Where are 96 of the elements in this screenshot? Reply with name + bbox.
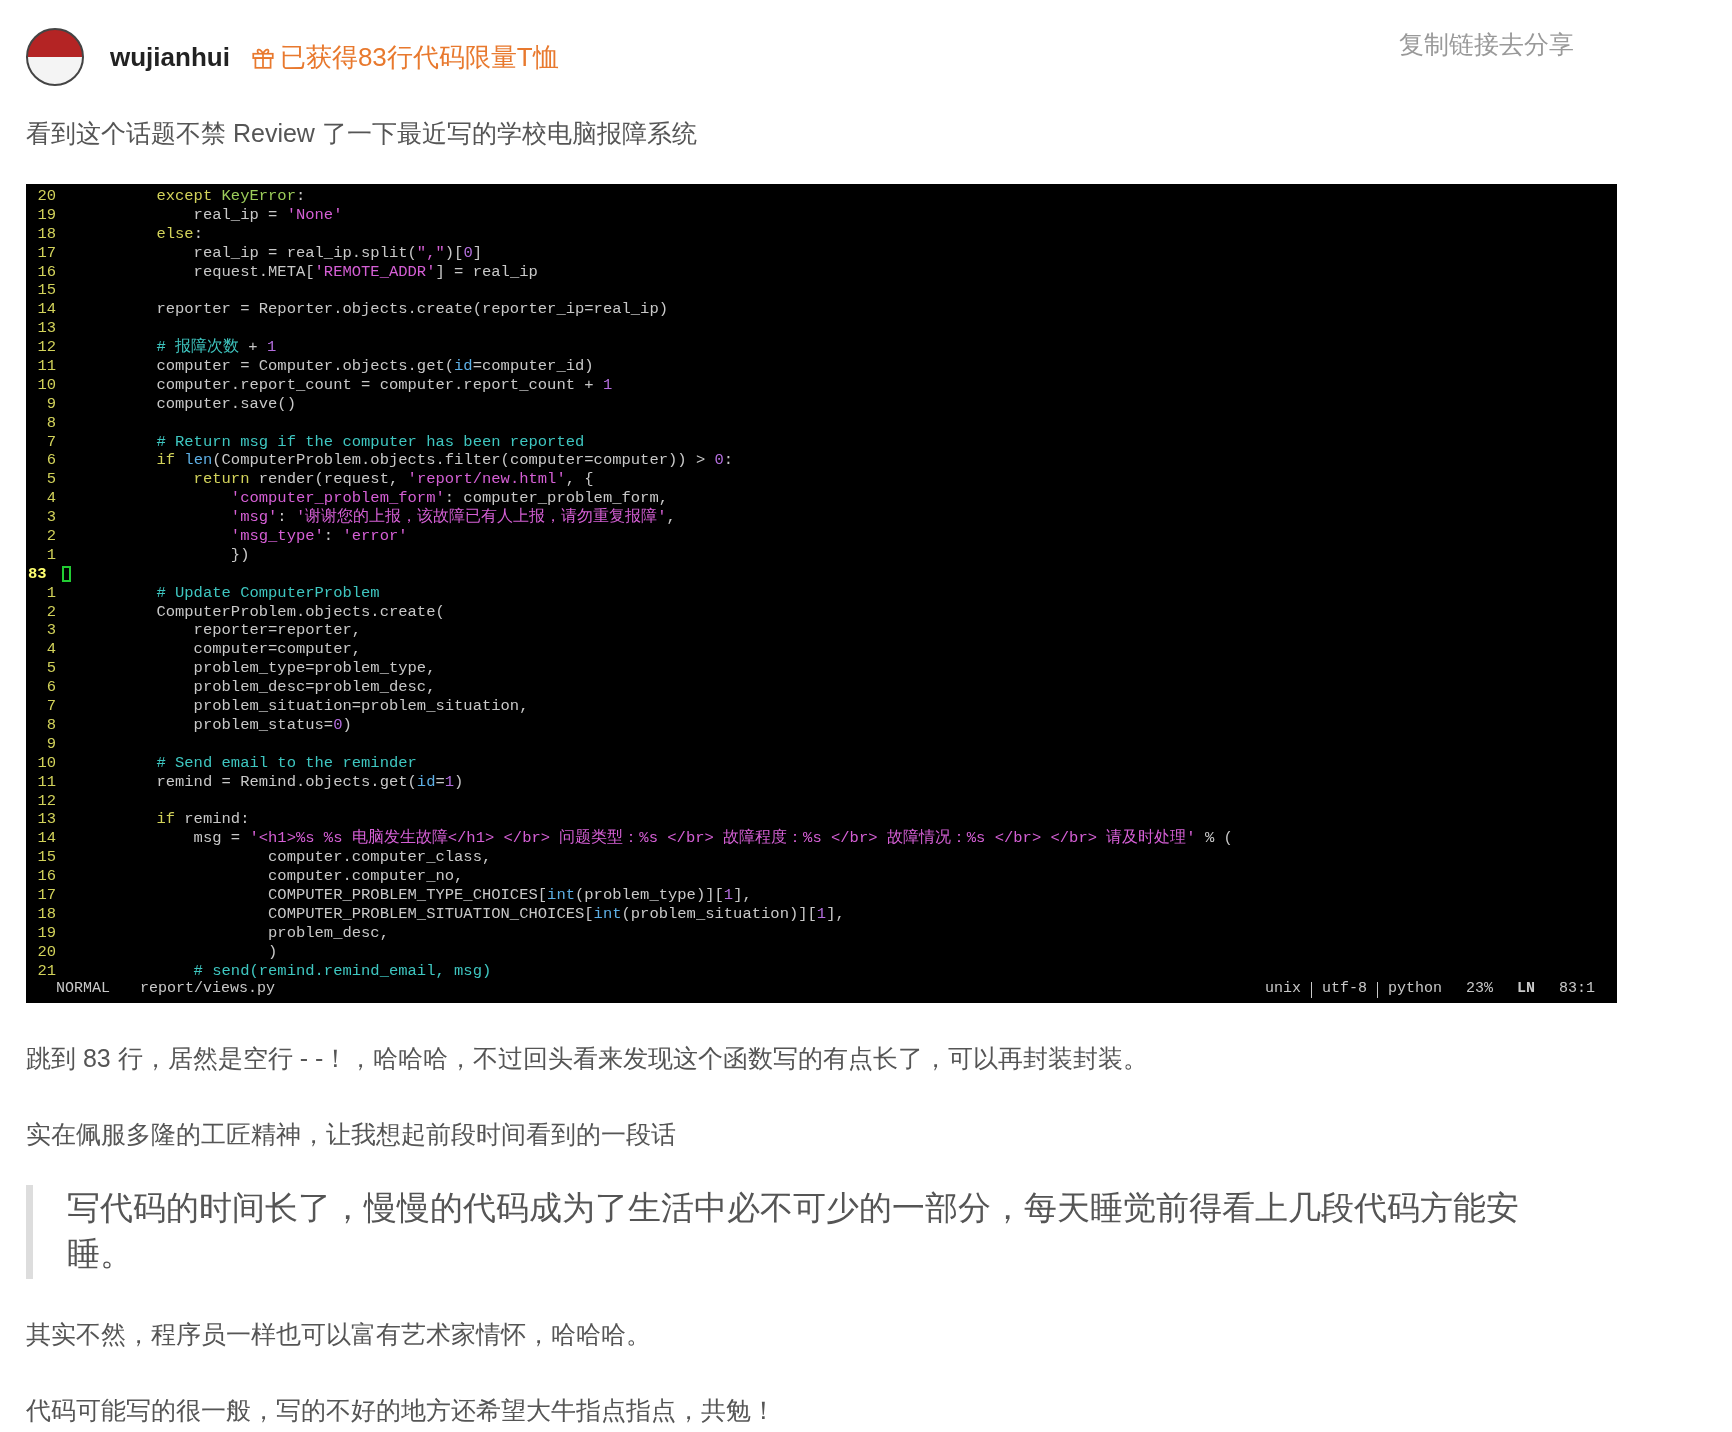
code-line: ComputerProblem.objects.create(: [155, 602, 445, 622]
username[interactable]: wujianhui: [110, 41, 230, 73]
line-number: 12: [36, 791, 56, 811]
code-line: computer = Computer.objects.get(id=computer_id): [155, 357, 594, 376]
code-line: computer.computer_class,: [267, 848, 492, 868]
paragraph: 实在佩服多隆的工匠精神，让我想起前段时间看到的一段话: [26, 1119, 677, 1151]
line-number: 15: [36, 281, 56, 301]
line-number: 8: [45, 715, 56, 735]
line-number: 8: [45, 413, 56, 433]
line-number: 12: [36, 338, 56, 357]
line-number: 6: [45, 678, 56, 698]
code-line: computer=computer,: [192, 640, 362, 660]
line-number: 2: [45, 527, 56, 546]
line-number: 10: [36, 753, 56, 773]
cursor-position: 83:1: [1559, 980, 1595, 1000]
code-line: 'computer_problem_form': computer_problem_form,: [229, 489, 668, 508]
code-line: real_ip = real_ip.split(",")[0]: [192, 243, 482, 263]
line-number: 7: [45, 432, 56, 452]
line-number: 5: [45, 659, 56, 679]
code-line: remind = Remind.objects.get(id=1): [155, 772, 464, 792]
code-line: computer.computer_no,: [267, 867, 464, 886]
badge-label: 已获得83行代码限量T恤: [279, 40, 559, 74]
line-number: 18: [36, 904, 56, 924]
cursor: [62, 565, 71, 582]
line-number: 21: [36, 961, 56, 981]
line-number: 14: [36, 300, 56, 320]
line-number: 19: [36, 205, 56, 225]
line-number: 1: [45, 583, 56, 603]
avatar[interactable]: [26, 28, 84, 86]
line-number: 17: [36, 885, 56, 905]
line-number: 1: [45, 545, 56, 565]
line-number: 4: [45, 640, 56, 660]
code-line: 'msg_type': 'error': [229, 527, 408, 546]
file-format: unix: [1264, 980, 1301, 1000]
file-type: python: [1387, 980, 1442, 1000]
file-path: report/views.py: [140, 980, 276, 1000]
code-line: # send(remind.remind_email, msg): [192, 961, 492, 981]
code-line: problem_desc=problem_desc,: [192, 678, 436, 698]
code-line: problem_status=0): [192, 715, 352, 735]
line-number: 19: [36, 923, 56, 943]
line-number: 9: [45, 734, 56, 754]
code-line: # Return msg if the computer has been reported: [155, 432, 585, 452]
code-line: problem_type=problem_type,: [192, 659, 436, 679]
line-number: 20: [36, 942, 56, 962]
code-line: problem_desc,: [267, 923, 389, 943]
quote-text: 写代码的时间长了，慢慢的代码成为了生活中必不可少的一部分，每天睡觉前得看上几段代码方能安睡。: [67, 1189, 1519, 1273]
paragraph: 看到这个话题不禁 Review 了一下最近写的学校电脑报障系统: [26, 118, 698, 149]
code-line: reporter=reporter,: [192, 621, 362, 641]
line-number: 4: [45, 489, 56, 509]
code-line: # Update ComputerProblem: [155, 583, 380, 603]
code-line: else:: [155, 224, 203, 244]
code-line: if len(ComputerProblem.objects.filter(computer=computer)) > 0:: [155, 451, 734, 471]
line-number: 15: [36, 848, 56, 868]
code-line: 'msg': '谢谢您的上报，该故障已有人上报，请勿重复报障',: [229, 508, 676, 528]
code-line: reporter = Reporter.objects.create(reporter_ip=real_ip): [155, 300, 668, 320]
code-line: # Send email to the reminder: [155, 753, 417, 773]
paragraph: 代码可能写的很一般，写的不好的地方还希望大牛指点指点，共勉！: [26, 1395, 777, 1427]
code-line: COMPUTER_PROBLEM_SITUATION_CHOICES[int(problem_situation)][1],: [267, 904, 845, 924]
code-line: except KeyError:: [155, 187, 306, 206]
mode-indicator: NORMAL: [56, 980, 110, 1000]
code-line: msg = '<h1>%s %s 电脑发生故障</h1> </br> 问题类型：%s </br> 故障程度：%s </br> 故障情况：%s </br> </br> 请及时处理' % (: [192, 829, 1233, 849]
line-number: 20: [36, 187, 56, 206]
line-number: 3: [45, 621, 56, 641]
line-number: 18: [36, 224, 56, 244]
paragraph: 跳到 83 行，居然是空行 - -！，哈哈哈，不过回头看来发现这个函数写的有点长了，可以再封装封装。: [26, 1043, 1150, 1075]
line-number: 3: [45, 508, 56, 528]
line-number: 83: [27, 564, 48, 584]
line-number: 10: [36, 375, 56, 395]
code-line: real_ip = 'None': [192, 205, 343, 225]
code-line: ): [267, 942, 278, 962]
line-number: 2: [45, 602, 56, 622]
code-line: request.META['REMOTE_ADDR'] = real_ip: [192, 262, 538, 282]
code-line: computer.report_count = computer.report_count + 1: [155, 375, 613, 395]
line-number: 9: [45, 394, 56, 414]
code-line: # 报障次数 + 1: [155, 338, 277, 357]
line-number: 14: [36, 829, 56, 849]
line-number: 5: [45, 470, 56, 490]
code-line: if remind:: [155, 810, 250, 830]
code-line: problem_situation=problem_situation,: [192, 697, 529, 716]
position-label: LN: [1516, 980, 1535, 1000]
scroll-percent: 23%: [1465, 980, 1493, 1000]
line-number: 11: [36, 772, 56, 792]
line-number: 6: [45, 451, 56, 471]
line-number: 16: [36, 262, 56, 282]
line-number: 17: [36, 243, 56, 263]
file-encoding: utf-8: [1321, 980, 1367, 1000]
line-number: 13: [36, 319, 56, 339]
code-line: }): [229, 545, 250, 565]
code-line: COMPUTER_PROBLEM_TYPE_CHOICES[int(problem_type)][1],: [267, 885, 752, 905]
line-number: 7: [45, 697, 56, 716]
line-number: 16: [36, 867, 56, 886]
code-line: computer.save(): [155, 394, 296, 414]
paragraph: 其实不然，程序员一样也可以富有艺术家情怀，哈哈哈。: [26, 1319, 652, 1351]
line-number: 11: [36, 357, 56, 376]
line-number: 13: [36, 810, 56, 830]
code-line: return render(request, 'report/new.html', {: [192, 470, 594, 490]
